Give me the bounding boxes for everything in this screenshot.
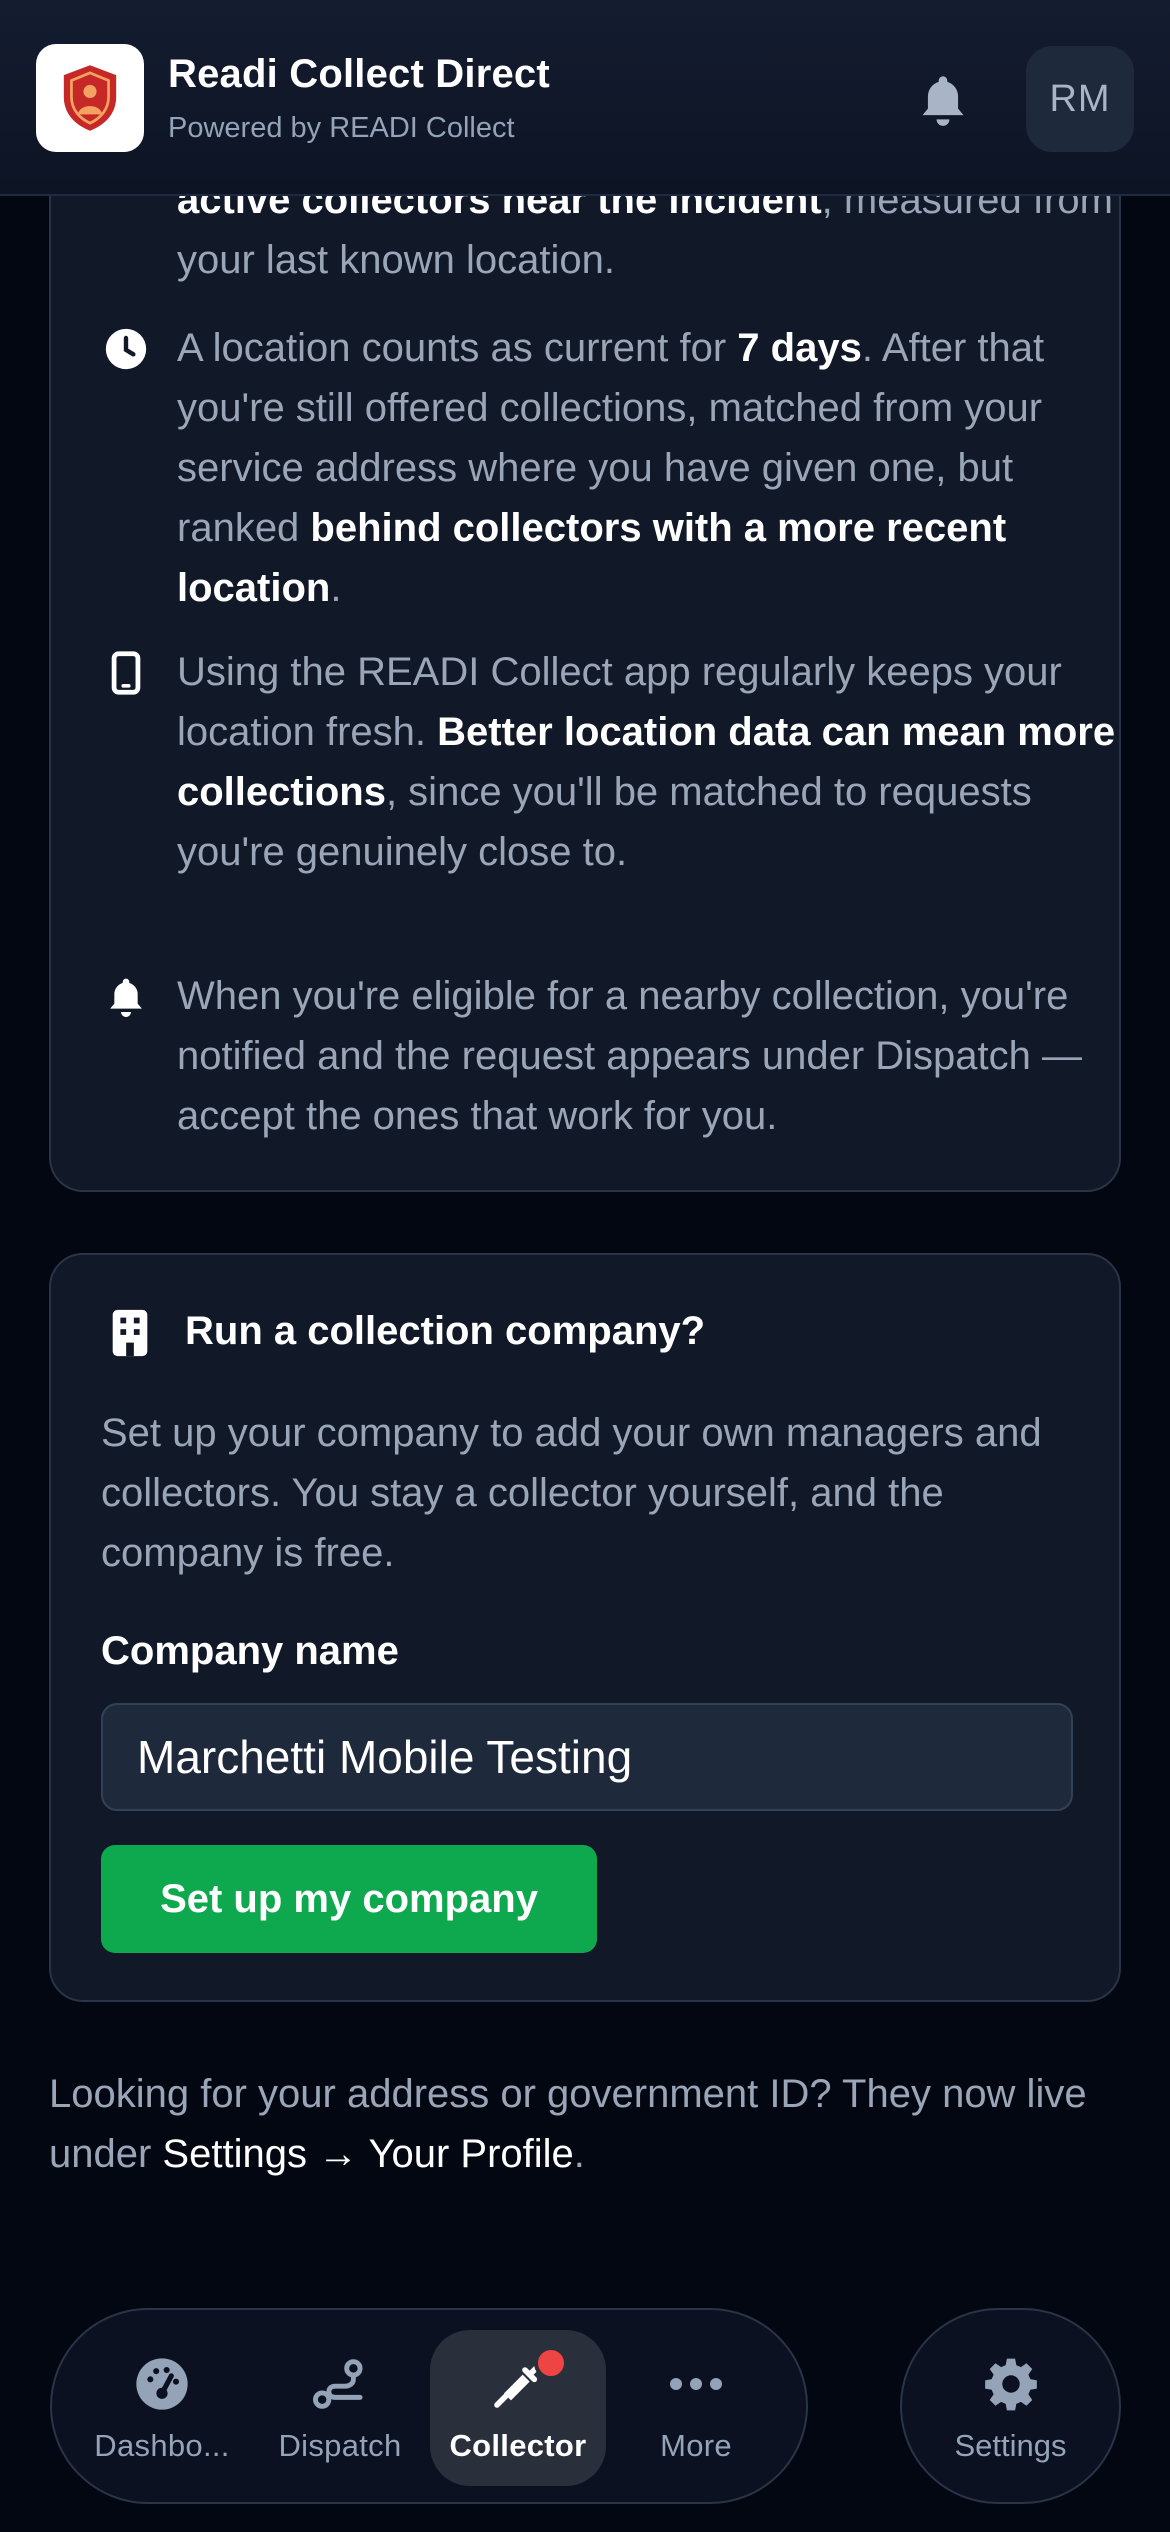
nav-label-collector: Collector [449,2428,587,2463]
gear-icon [979,2352,1043,2416]
phone-icon [103,650,149,696]
bottom-nav: Dashbo... Dispatch Collector More [50,2308,808,2504]
nav-item-collector[interactable]: Collector [430,2330,606,2486]
profile-note: Looking for your address or government I… [49,2072,1087,2176]
bell-icon [103,974,149,1020]
gauge-icon [130,2352,194,2416]
nav-label-dispatch: Dispatch [278,2428,402,2463]
info-text-app-usage: Using the READI Collect app regularly ke… [177,650,1116,874]
company-name-input[interactable] [101,1703,1073,1811]
nav-label-settings: Settings [954,2428,1067,2463]
company-card-title: Run a collection company? [185,1309,706,1353]
notification-badge [534,2346,568,2380]
route-icon [308,2352,372,2416]
avatar[interactable]: RM [1026,46,1134,152]
company-setup-card: Run a collection company? Set up your co… [49,1253,1121,2002]
company-name-label: Company name [101,1629,399,1673]
building-icon [107,1307,153,1359]
app-subtitle: Powered by READI Collect [168,112,515,144]
nav-label-more: More [660,2428,732,2463]
nav-item-dashboard[interactable]: Dashbo... [74,2330,250,2486]
company-card-description: Set up your company to add your own mana… [101,1411,1042,1575]
more-dots-icon [664,2352,728,2416]
bell-icon [922,76,964,126]
nav-item-settings[interactable]: Settings [900,2308,1121,2504]
app-logo [36,44,144,152]
notifications-button[interactable] [905,62,981,138]
set-up-company-button[interactable]: Set up my company [101,1845,597,1953]
nav-item-more[interactable]: More [608,2330,784,2486]
info-text-notifications: When you're eligible for a nearby collec… [177,974,1083,1138]
location-info-card: active collectors near the incident, mea… [49,150,1121,1192]
settings-profile-link[interactable]: Settings → Your Profile [162,2132,573,2176]
app-screen: active collectors near the incident, mea… [0,0,1170,2532]
nav-item-dispatch[interactable]: Dispatch [252,2330,428,2486]
app-header: Readi Collect Direct Powered by READI Co… [0,0,1170,196]
app-title: Readi Collect Direct [168,52,550,96]
nav-label-dashboard: Dashbo... [94,2428,230,2463]
clock-icon [103,326,149,372]
info-text-freshness: A location counts as current for 7 days.… [177,326,1045,610]
